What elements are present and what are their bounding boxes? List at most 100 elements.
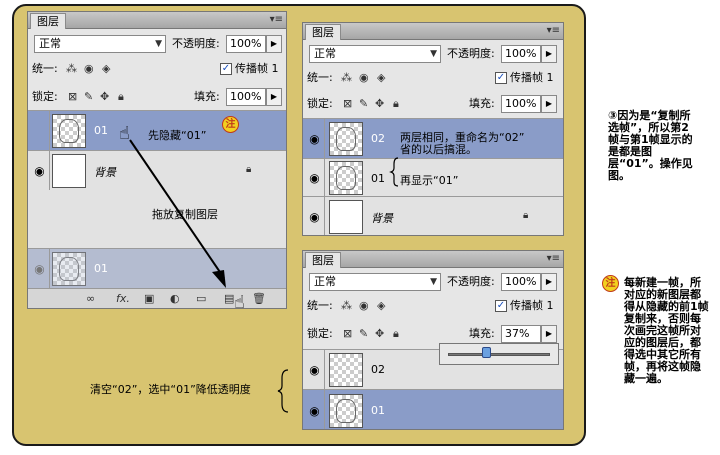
unify-label: 统一:	[307, 299, 333, 312]
layer-name: 01	[94, 262, 108, 275]
note-badge: 注	[602, 275, 619, 292]
fill-slider-popup[interactable]	[439, 343, 559, 365]
layer-row-01[interactable]: ◉ 01	[303, 389, 563, 429]
menu-icon[interactable]: ▾≡	[547, 251, 560, 267]
blend-mode-select[interactable]: 正常 ▼	[309, 45, 441, 63]
eye-icon[interactable]: ◉	[305, 159, 325, 196]
layer-row-background[interactable]: ◉ 背景 🔒︎	[28, 150, 286, 190]
panel-tab[interactable]: 图层	[305, 24, 341, 40]
panel-titlebar: 图层 ▾≡	[303, 251, 563, 268]
layer-thumbnail	[329, 200, 363, 234]
panel-tab[interactable]: 图层	[305, 252, 341, 268]
propagate-checkbox[interactable]: ✓	[495, 72, 507, 84]
annotation-show: 再显示“01”	[400, 174, 459, 187]
lock-all-icon[interactable]: 🔒︎	[393, 95, 399, 113]
layer-thumbnail	[329, 122, 363, 156]
eye-icon[interactable]: ◉	[30, 151, 50, 190]
opacity-arrow-button[interactable]: ▶	[541, 273, 557, 291]
unify-visibility-icon[interactable]: ◉	[84, 60, 94, 78]
note-badge: 注	[222, 116, 239, 133]
opacity-label: 不透明度:	[447, 275, 495, 288]
unify-style-icon[interactable]: ◈	[377, 297, 385, 315]
layer-thumbnail	[329, 353, 363, 387]
slider-knob[interactable]	[482, 347, 491, 358]
fill-input[interactable]: 100%	[226, 88, 266, 106]
unify-style-icon[interactable]: ◈	[102, 60, 110, 78]
opacity-input[interactable]: 100%	[501, 45, 541, 63]
blend-mode-select[interactable]: 正常 ▼	[34, 35, 166, 53]
layer-name: 背景	[94, 166, 116, 179]
unify-position-icon[interactable]: ⁂	[341, 297, 352, 315]
opacity-input[interactable]: 100%	[501, 273, 541, 291]
eye-icon[interactable]: ◉	[305, 197, 325, 235]
fill-arrow-button[interactable]: ▶	[266, 88, 282, 106]
fill-input[interactable]: 100%	[501, 95, 541, 113]
unify-style-icon[interactable]: ◈	[377, 69, 385, 87]
opacity-input[interactable]: 100%	[226, 35, 266, 53]
layer-name: 02	[371, 363, 385, 376]
fx-icon[interactable]: fx.	[116, 290, 130, 308]
eye-icon[interactable]: ◉	[305, 350, 325, 389]
menu-icon[interactable]: ▾≡	[270, 12, 283, 28]
unify-visibility-icon[interactable]: ◉	[359, 69, 369, 87]
lock-icon: 🔒︎	[523, 210, 529, 221]
propagate-checkbox[interactable]: ✓	[495, 300, 507, 312]
folder-icon[interactable]: ▭	[196, 290, 206, 308]
fill-input[interactable]: 37%	[501, 325, 541, 343]
annotation-hide: 先隐藏“01”	[148, 129, 207, 142]
lock-move-icon[interactable]: ✥	[100, 88, 109, 106]
fill-arrow-button[interactable]: ▶	[541, 95, 557, 113]
layer-name: 01	[94, 124, 108, 137]
lock-move-icon[interactable]: ✥	[375, 95, 384, 113]
layer-row-background[interactable]: ◉ 背景 🔒︎	[303, 196, 563, 235]
layers-panel-a: 图层 ▾≡ 正常 ▼ 不透明度: 100% ▶ 统一: ⁂ ◉ ◈ ✓ 传播帧 1…	[27, 11, 287, 309]
layer-name: 02	[371, 132, 385, 145]
eye-icon[interactable]: ◉	[305, 119, 325, 158]
propagate-label: 传播帧 1	[510, 71, 554, 84]
fill-label: 填充:	[194, 90, 220, 103]
eye-icon[interactable]: ◉	[30, 249, 50, 288]
lock-transparency-icon[interactable]: ⊠	[343, 95, 352, 113]
layer-thumbnail	[329, 161, 363, 195]
lock-brush-icon[interactable]: ✎	[359, 325, 368, 343]
lock-all-icon[interactable]: 🔒︎	[118, 88, 124, 106]
layers-panel-c: 图层 ▾≡ 正常 ▼ 不透明度: 100% ▶ 统一: ⁂ ◉ ◈ ✓ 传播帧 1…	[302, 250, 564, 430]
lock-all-icon[interactable]: 🔒︎	[393, 325, 399, 343]
lock-transparency-icon[interactable]: ⊠	[68, 88, 77, 106]
unify-position-icon[interactable]: ⁂	[341, 69, 352, 87]
layer-name: 01	[371, 172, 385, 185]
new-layer-icon[interactable]: ▤	[224, 290, 234, 308]
lock-brush-icon[interactable]: ✎	[359, 95, 368, 113]
menu-icon[interactable]: ▾≡	[547, 23, 560, 39]
layer-thumbnail	[52, 154, 86, 188]
layer-row-copy-01[interactable]: ◉ 01	[28, 248, 286, 288]
unify-position-icon[interactable]: ⁂	[66, 60, 77, 78]
unify-visibility-icon[interactable]: ◉	[359, 297, 369, 315]
fill-arrow-button[interactable]: ▶	[541, 325, 557, 343]
propagate-checkbox[interactable]: ✓	[220, 63, 232, 75]
trash-icon[interactable]: 🗑︎	[252, 290, 266, 308]
opacity-arrow-button[interactable]: ▶	[541, 45, 557, 63]
link-icon[interactable]: ∞	[86, 290, 95, 308]
fill-label: 填充:	[469, 327, 495, 340]
lock-label: 锁定:	[307, 97, 333, 110]
opacity-label: 不透明度:	[447, 47, 495, 60]
lock-move-icon[interactable]: ✥	[375, 325, 384, 343]
opacity-arrow-button[interactable]: ▶	[266, 35, 282, 53]
mask-icon[interactable]: ▣	[144, 290, 154, 308]
visibility-toggle-empty[interactable]	[30, 111, 50, 150]
layer-thumbnail	[329, 394, 363, 428]
annotation-rename-2: 省的以后搞混。	[400, 143, 477, 156]
adjustment-icon[interactable]: ◐	[170, 290, 180, 308]
slider-track	[448, 353, 550, 356]
layer-name: 01	[371, 404, 385, 417]
lock-icon: 🔒︎	[246, 164, 252, 175]
panel-tab[interactable]: 图层	[30, 13, 66, 29]
lock-transparency-icon[interactable]: ⊠	[343, 325, 352, 343]
eye-icon[interactable]: ◉	[305, 390, 325, 429]
opacity-label: 不透明度:	[172, 37, 220, 50]
hand-cursor-icon: ☝	[234, 292, 245, 313]
lock-brush-icon[interactable]: ✎	[84, 88, 93, 106]
panel-footer: ∞ fx. ▣ ◐ ▭ ▤ 🗑︎	[28, 288, 286, 308]
blend-mode-select[interactable]: 正常 ▼	[309, 273, 441, 291]
